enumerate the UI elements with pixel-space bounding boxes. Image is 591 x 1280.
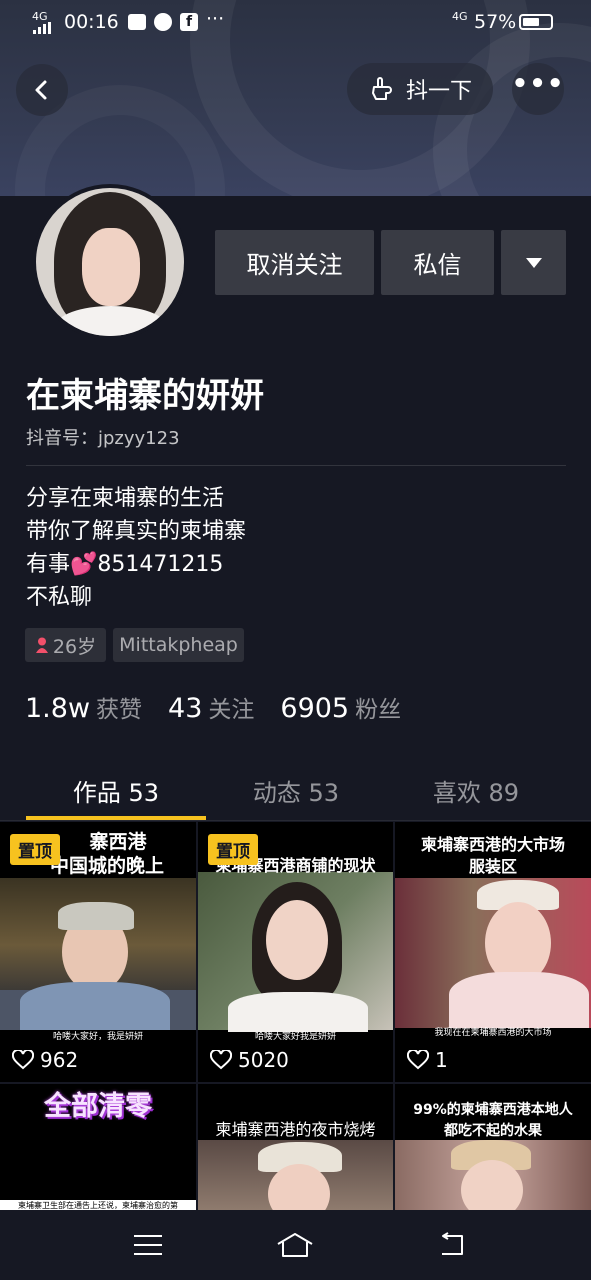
profile-name: 在柬埔寨的妍妍 bbox=[26, 376, 264, 416]
video-subtitle: 哈喽大家好，我是妍妍 bbox=[52, 1032, 143, 1042]
signal-icon bbox=[33, 22, 51, 34]
video-likes: 962 bbox=[12, 1048, 78, 1072]
heart-icon bbox=[407, 1050, 429, 1070]
age-label: 26岁 bbox=[52, 635, 97, 658]
back-button[interactable] bbox=[16, 64, 68, 116]
pinned-badge: 置顶 bbox=[10, 834, 60, 865]
poke-button[interactable]: 抖一下 bbox=[347, 63, 493, 115]
clock: 00:16 bbox=[64, 11, 119, 33]
bio-line: 不私聊 bbox=[26, 585, 93, 610]
battery-percent: 57% bbox=[474, 11, 517, 33]
mail-icon bbox=[128, 14, 146, 30]
chevron-left-icon bbox=[35, 80, 47, 100]
menu-icon[interactable] bbox=[134, 1234, 162, 1256]
age-tag: 26岁 bbox=[25, 628, 106, 662]
bio-line: 带你了解真实的柬埔寨 bbox=[26, 519, 247, 544]
video-tile[interactable]: 柬埔寨西港的夜市烧烤 bbox=[198, 1084, 393, 1210]
back-nav-icon[interactable] bbox=[436, 1232, 466, 1258]
avatar-photo bbox=[36, 188, 184, 336]
female-icon bbox=[35, 637, 48, 653]
video-title: 全部清零 bbox=[44, 1091, 152, 1122]
video-title: 柬埔寨西港的夜市烧烤 bbox=[215, 1120, 376, 1139]
network-right-indicator: 4G bbox=[452, 10, 468, 23]
home-icon[interactable] bbox=[276, 1232, 314, 1258]
bio: 分享在柬埔寨的生活 带你了解真实的柬埔寨 有事💕851471215 不私聊 bbox=[26, 482, 246, 614]
bio-line: 分享在柬埔寨的生活 bbox=[26, 486, 225, 511]
more-dots-icon: ••• bbox=[511, 69, 565, 99]
video-tile[interactable]: 柬埔寨西港的大市场 服装区 我现在在柬埔寨西港的大市场 1 bbox=[395, 822, 591, 1082]
poke-label: 抖一下 bbox=[405, 79, 472, 104]
video-likes: 1 bbox=[407, 1048, 448, 1072]
video-tile[interactable]: 寨西港 中国城的晚上 置顶 哈喽大家好，我是妍妍 962 bbox=[0, 822, 196, 1082]
video-tile[interactable]: 全部清零 柬埔寨卫生部在通告上还说，柬埔寨治愈的第 bbox=[0, 1084, 196, 1210]
following-label[interactable]: 关注 bbox=[208, 690, 254, 724]
video-title: 柬埔寨西港的大市场 服装区 bbox=[420, 835, 565, 876]
message-button[interactable]: 私信 bbox=[381, 230, 494, 295]
video-title: 99%的柬埔寨西港本地人 都吃不起的水果 bbox=[413, 1102, 573, 1139]
facebook-icon: f bbox=[180, 13, 198, 31]
following-count[interactable]: 43 bbox=[168, 693, 202, 724]
video-tile[interactable]: 柬埔寨西港商铺的现状 置顶 哈喽大家好我是妍妍 5020 bbox=[198, 822, 393, 1082]
tab-liked[interactable]: 喜欢 89 bbox=[386, 773, 566, 808]
tab-works[interactable]: 作品 53 bbox=[26, 773, 206, 808]
video-subtitle: 我现在在柬埔寨西港的大市场 bbox=[434, 1028, 552, 1038]
video-subtitle: 柬埔寨卫生部在通告上还说，柬埔寨治愈的第 bbox=[0, 1200, 196, 1210]
unfollow-button[interactable]: 取消关注 bbox=[215, 230, 374, 295]
followers-label[interactable]: 粉丝 bbox=[355, 690, 401, 724]
avatar[interactable] bbox=[32, 184, 188, 340]
likes-label: 获赞 bbox=[96, 697, 143, 723]
divider bbox=[26, 465, 566, 466]
pinned-badge: 置顶 bbox=[208, 834, 258, 865]
heart-icon bbox=[12, 1050, 34, 1070]
recommend-dropdown-button[interactable] bbox=[501, 230, 566, 295]
video-likes: 5020 bbox=[210, 1048, 289, 1072]
compass-icon bbox=[154, 13, 172, 31]
more-options-button[interactable]: ••• bbox=[512, 63, 564, 115]
likes-count: 1.8w bbox=[25, 693, 91, 724]
douyin-id[interactable]: 抖音号：jpzyy123 bbox=[26, 424, 180, 450]
more-notifications-icon: ··· bbox=[206, 8, 225, 30]
location-tag[interactable]: Mittakpheap bbox=[113, 628, 244, 662]
caret-down-icon bbox=[525, 257, 542, 268]
video-subtitle: 哈喽大家好我是妍妍 bbox=[254, 1032, 336, 1042]
stats-row: 1.8w 获赞 43 关注 6905 粉丝 bbox=[25, 690, 401, 724]
followers-count[interactable]: 6905 bbox=[280, 693, 349, 724]
hand-icon bbox=[371, 77, 392, 100]
tab-moments[interactable]: 动态 53 bbox=[206, 773, 386, 808]
system-nav-bar bbox=[0, 1210, 591, 1280]
bio-line: 有事💕851471215 bbox=[26, 552, 224, 577]
tabs-divider bbox=[0, 820, 591, 821]
heart-icon bbox=[210, 1050, 232, 1070]
status-bar: 4G 00:16 f ··· 4G 57% bbox=[0, 0, 591, 46]
battery-icon bbox=[519, 14, 553, 30]
video-tile[interactable]: 99%的柬埔寨西港本地人 都吃不起的水果 bbox=[395, 1084, 591, 1210]
